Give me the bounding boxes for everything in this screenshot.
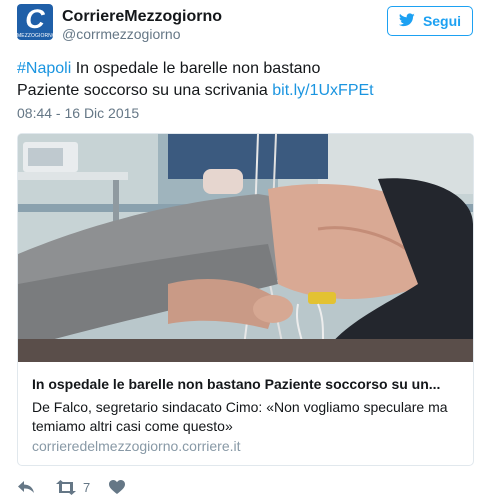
tweet-embed: C MEZZOGIORNO CorriereMezzogiorno @corrm… [0,0,484,501]
display-name[interactable]: CorriereMezzogiorno [62,8,222,26]
reply-button[interactable] [17,480,35,494]
hashtag-link[interactable]: #Napoli [17,60,71,77]
card-url[interactable]: corrieredelmezzogiorno.corriere.it [32,438,241,454]
card-title[interactable]: In ospedale le barelle non bastano Pazie… [32,375,462,393]
avatar-logo-letter: C [25,4,45,34]
short-link[interactable]: bit.ly/1UxFPEt [272,82,373,99]
twitter-bird-icon [398,12,415,30]
like-button[interactable] [109,480,125,494]
retweet-button[interactable]: 7 [55,480,90,495]
tweet-line-2: Paziente soccorso su una scrivania bit.l… [17,80,472,102]
avatar[interactable]: C MEZZOGIORNO [17,4,53,40]
link-card[interactable]: In ospedale le barelle non bastano Pazie… [17,133,474,466]
tweet-timestamp[interactable]: 08:44 - 16 Dic 2015 [17,105,139,121]
tweet-text: #Napoli In ospedale le barelle non basta… [17,58,472,102]
card-photo [18,134,473,362]
tweet-line-1: #Napoli In ospedale le barelle non basta… [17,58,472,80]
card-image[interactable] [18,134,473,362]
reply-icon [17,480,35,494]
follow-button[interactable]: Segui [387,6,473,36]
tweet-line-2-text: Paziente soccorso su una scrivania [17,82,273,99]
avatar-logo-text: MEZZOGIORNO [17,33,53,39]
user-handle[interactable]: @corrmezzogiorno [62,26,180,42]
retweet-icon [55,480,77,495]
card-description: De Falco, segretario sindacato Cimo: «No… [32,399,448,434]
tweet-line-1-text: In ospedale le barelle non bastano [71,60,321,77]
follow-button-label: Segui [422,13,462,29]
heart-icon [109,480,125,494]
retweet-count: 7 [83,480,91,495]
